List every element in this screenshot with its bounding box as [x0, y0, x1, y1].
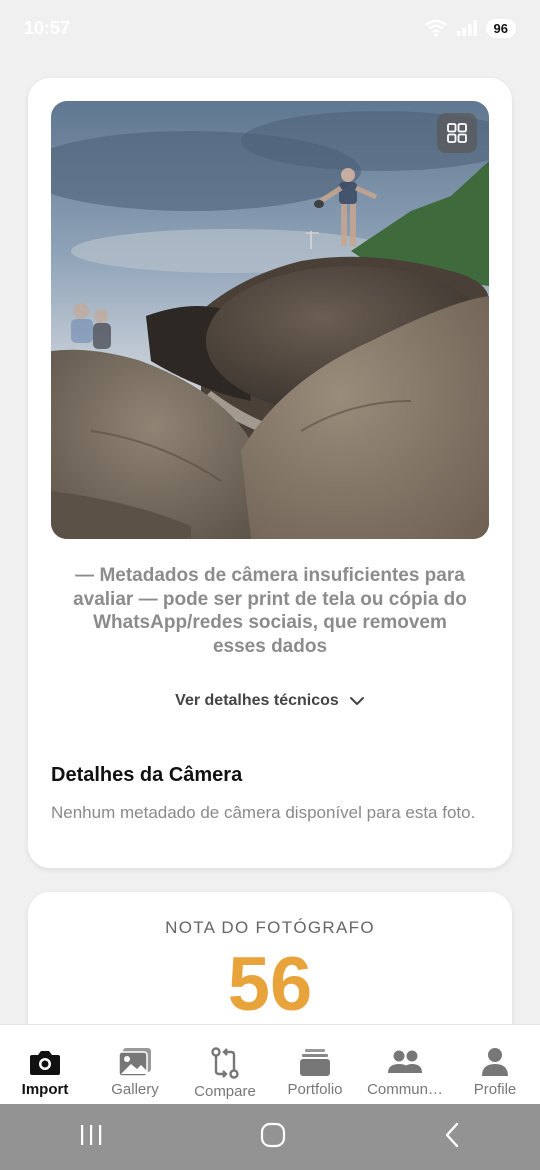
photo-image: [51, 101, 489, 539]
grid-icon: [447, 123, 467, 143]
recent-apps-button[interactable]: [78, 1123, 104, 1152]
camera-icon: [30, 1051, 60, 1075]
recent-apps-icon: [81, 1124, 102, 1145]
nav-compare-label: Compare: [194, 1083, 256, 1100]
nav-profile[interactable]: Profile: [450, 1047, 540, 1098]
status-bar: 10:57 96: [0, 0, 540, 56]
home-icon: [260, 1122, 286, 1147]
metadata-warning: — Metadados de câmera insuficientes para…: [73, 565, 467, 657]
signal-icon: [456, 19, 478, 37]
score-value: 56: [227, 942, 313, 1027]
nav-community-label: Commun…: [367, 1081, 443, 1098]
tech-details-label: Ver detalhes técnicos: [175, 692, 339, 709]
nav-gallery-label: Gallery: [111, 1081, 159, 1098]
expand-photo-button[interactable]: [437, 113, 477, 153]
home-button[interactable]: [260, 1122, 286, 1153]
person-icon: [482, 1048, 508, 1076]
back-button[interactable]: [442, 1122, 462, 1153]
people-icon: [388, 1050, 422, 1073]
status-time: 10:57: [24, 17, 71, 38]
nav-import-label: Import: [21, 1081, 69, 1098]
status-icons: 96: [424, 18, 516, 38]
score-label: NOTA DO FOTÓGRAFO: [165, 918, 375, 937]
nav-compare[interactable]: Compare: [180, 1047, 270, 1100]
camera-details-description: Nenhum metadado de câmera disponível par…: [51, 803, 476, 822]
chevron-down-icon: [349, 697, 364, 705]
image-icon: [118, 1048, 151, 1077]
nav-community[interactable]: Commun…: [360, 1047, 450, 1098]
tech-details-toggle[interactable]: Ver detalhes técnicos: [28, 692, 512, 710]
back-icon: [445, 1122, 459, 1147]
nav-portfolio[interactable]: Portfolio: [270, 1047, 360, 1098]
nav-portfolio-label: Portfolio: [287, 1081, 343, 1098]
nav-gallery[interactable]: Gallery: [90, 1047, 180, 1098]
bottom-navigation: Import Gallery Compare Portfolio Commun……: [0, 1024, 540, 1104]
nav-profile-label: Profile: [473, 1081, 517, 1098]
battery-indicator: 96: [485, 18, 516, 38]
wifi-icon: [424, 19, 448, 37]
photo-analysis-card: — Metadados de câmera insuficientes para…: [28, 78, 512, 868]
photo-preview[interactable]: [51, 101, 489, 539]
portfolio-icon: [300, 1049, 330, 1076]
nav-import[interactable]: Import: [0, 1047, 90, 1098]
camera-details-title: Detalhes da Câmera: [51, 764, 243, 786]
system-navigation-bar: [0, 1104, 540, 1170]
compare-icon: [211, 1047, 239, 1079]
